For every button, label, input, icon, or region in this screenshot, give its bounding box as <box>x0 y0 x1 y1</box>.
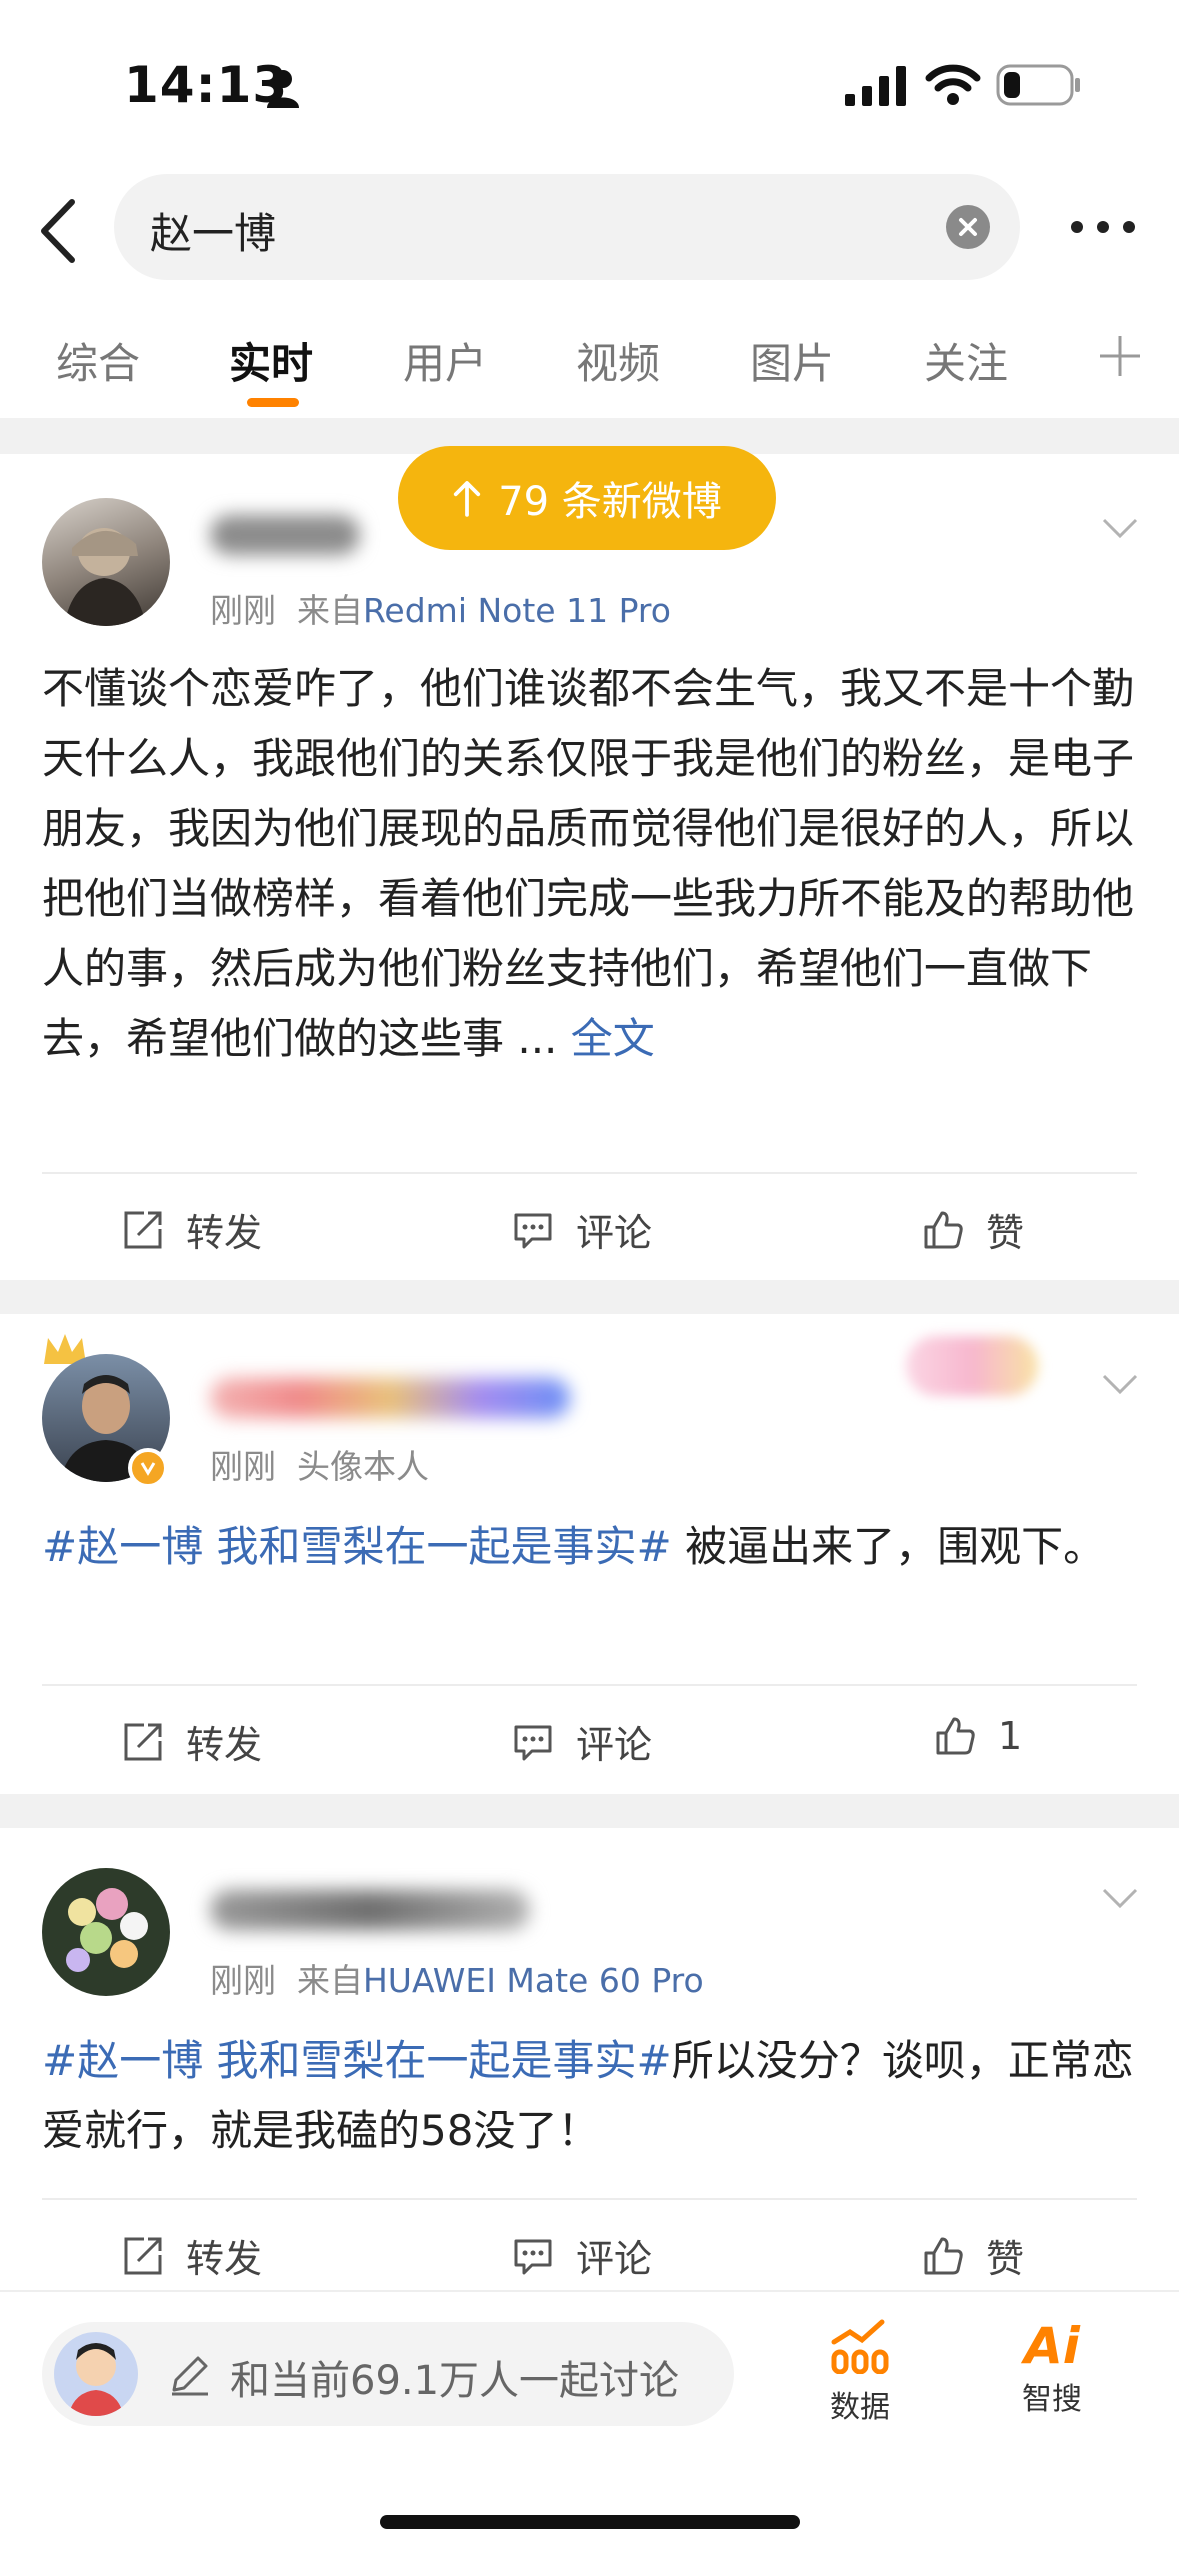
close-icon <box>959 218 977 236</box>
home-indicator <box>380 2515 800 2529</box>
repost-label: 转发 <box>186 1211 263 1255</box>
more-icon[interactable] <box>1068 214 1138 240</box>
search-query[interactable]: 赵一博 <box>150 200 276 261</box>
tab-images[interactable]: 图片 <box>750 330 834 391</box>
clear-search-button[interactable] <box>946 205 990 249</box>
back-icon[interactable] <box>34 196 84 266</box>
post-body: #赵一博 我和雪梨在一起是事实#所以没分？谈呗，正常恋爱就行，就是我磕的58没了… <box>42 2026 1142 2166</box>
comment-label: 评论 <box>576 1723 653 1767</box>
new-posts-label: 79 条新微博 <box>498 479 722 525</box>
divider <box>0 1794 1179 1828</box>
divider <box>0 1280 1179 1314</box>
thumbs-up-icon <box>924 1211 963 1248</box>
thumbs-up-icon <box>936 1717 975 1755</box>
ai-logo: Ai <box>1024 2317 1080 2375</box>
signal-icon <box>845 66 906 106</box>
post-content: 不懂谈个恋爱咋了，他们谁谈都不会生气，我又不是十个勤天什么人，我跟他们的关系仅限… <box>42 664 1135 1063</box>
topic-link[interactable]: #赵一博 我和雪梨在一起是事实# <box>42 1522 672 1571</box>
post-time: 刚刚 <box>210 1961 276 2000</box>
status-bar: 14:13 <box>0 0 1179 170</box>
person-icon <box>267 70 299 108</box>
post-meta: 刚刚 来自HUAWEI Mate 60 Pro <box>210 1954 704 2002</box>
post-from: 来自 <box>296 1961 363 2000</box>
username-blurred[interactable] <box>210 515 360 555</box>
post-content: 被逼出来了，围观下。 <box>671 1522 1106 1571</box>
comment-button[interactable]: 评论 <box>512 1714 652 1769</box>
repost-icon <box>124 1211 162 1248</box>
tab-video[interactable]: 视频 <box>576 330 660 391</box>
avatar-image <box>64 528 146 626</box>
comment-label: 评论 <box>576 1211 653 1255</box>
post-source[interactable]: HUAWEI Mate 60 Pro <box>363 1961 704 2000</box>
post-time: 刚刚 <box>210 591 276 630</box>
discussion-placeholder[interactable]: 和当前69.1万人一起讨论 <box>230 2348 679 2406</box>
post-body: 不懂谈个恋爱咋了，他们谁谈都不会生气，我又不是十个勤天什么人，我跟他们的关系仅限… <box>42 654 1142 1144</box>
thumbs-up-icon <box>924 2237 963 2274</box>
pen-icon <box>172 2356 208 2396</box>
ai-search-button[interactable]: Ai 智搜 <box>1012 2318 1092 2418</box>
post-note: 头像本人 <box>296 1447 429 1486</box>
like-label: 赞 <box>986 1211 1025 1255</box>
arrow-up-icon <box>454 481 481 517</box>
post-time: 刚刚 <box>210 1447 276 1486</box>
like-count: 1 <box>998 1714 1023 1758</box>
divider <box>42 1684 1137 1686</box>
avatar-image <box>66 1888 148 1972</box>
comment-icon <box>514 2239 552 2274</box>
topic-link[interactable]: #赵一博 我和雪梨在一起是事实# <box>42 2036 672 2085</box>
repost-button[interactable]: 转发 <box>122 2228 262 2283</box>
full-text-link[interactable]: 全文 <box>571 1014 655 1063</box>
post-meta: 刚刚 头像本人 <box>210 1440 429 1488</box>
tab-following[interactable]: 关注 <box>924 330 1008 391</box>
like-button[interactable]: 1 <box>934 1714 1022 1758</box>
divider <box>42 1172 1137 1174</box>
decoration-badge <box>906 1336 1038 1396</box>
verified-badge <box>128 1448 168 1488</box>
avatar[interactable] <box>42 1868 170 1996</box>
post-source[interactable]: Redmi Note 11 Pro <box>363 591 671 630</box>
data-button[interactable]: 数据 <box>820 2318 900 2426</box>
post-body: #赵一博 我和雪梨在一起是事实# 被逼出来了，围观下。 <box>42 1512 1142 1652</box>
tab-comprehensive[interactable]: 综合 <box>56 330 140 391</box>
avatar[interactable] <box>42 498 170 626</box>
new-posts-button[interactable]: 79 条新微博 <box>398 446 776 550</box>
repost-icon <box>124 1723 162 1760</box>
chart-icon <box>831 2319 889 2375</box>
comment-button[interactable]: 评论 <box>512 1202 652 1257</box>
add-tab-icon[interactable] <box>1098 334 1142 378</box>
post-from: 来自 <box>296 591 363 630</box>
chevron-down-icon[interactable] <box>1100 1372 1140 1396</box>
like-button[interactable]: 赞 <box>922 1202 1024 1257</box>
like-button[interactable]: 赞 <box>922 2228 1024 2283</box>
repost-button[interactable]: 转发 <box>122 1714 262 1769</box>
chevron-down-icon[interactable] <box>1100 1886 1140 1910</box>
ai-label: 智搜 <box>1022 2382 1082 2417</box>
comment-icon <box>514 1725 552 1760</box>
battery-icon <box>996 64 1080 106</box>
comment-icon <box>514 1213 552 1248</box>
repost-icon <box>124 2237 162 2274</box>
comment-button[interactable]: 评论 <box>512 2228 652 2283</box>
username-blurred[interactable] <box>210 1378 570 1418</box>
username-blurred[interactable] <box>210 1890 530 1930</box>
tab-realtime[interactable]: 实时 <box>229 330 313 391</box>
status-time: 14:13 <box>124 56 289 114</box>
divider <box>42 2198 1137 2200</box>
repost-label: 转发 <box>186 2237 263 2281</box>
active-tab-indicator <box>247 398 299 407</box>
repost-label: 转发 <box>186 1723 263 1767</box>
chevron-down-icon[interactable] <box>1100 516 1140 540</box>
wifi-icon <box>925 64 981 105</box>
post-meta: 刚刚 来自Redmi Note 11 Pro <box>210 584 671 632</box>
data-label: 数据 <box>830 2390 890 2425</box>
tab-users[interactable]: 用户 <box>403 330 487 391</box>
comment-label: 评论 <box>576 2237 653 2281</box>
user-avatar[interactable] <box>54 2332 138 2416</box>
like-label: 赞 <box>986 2237 1025 2281</box>
avatar-image <box>68 2343 124 2416</box>
verified-icon <box>140 1462 156 1476</box>
repost-button[interactable]: 转发 <box>122 1202 262 1257</box>
